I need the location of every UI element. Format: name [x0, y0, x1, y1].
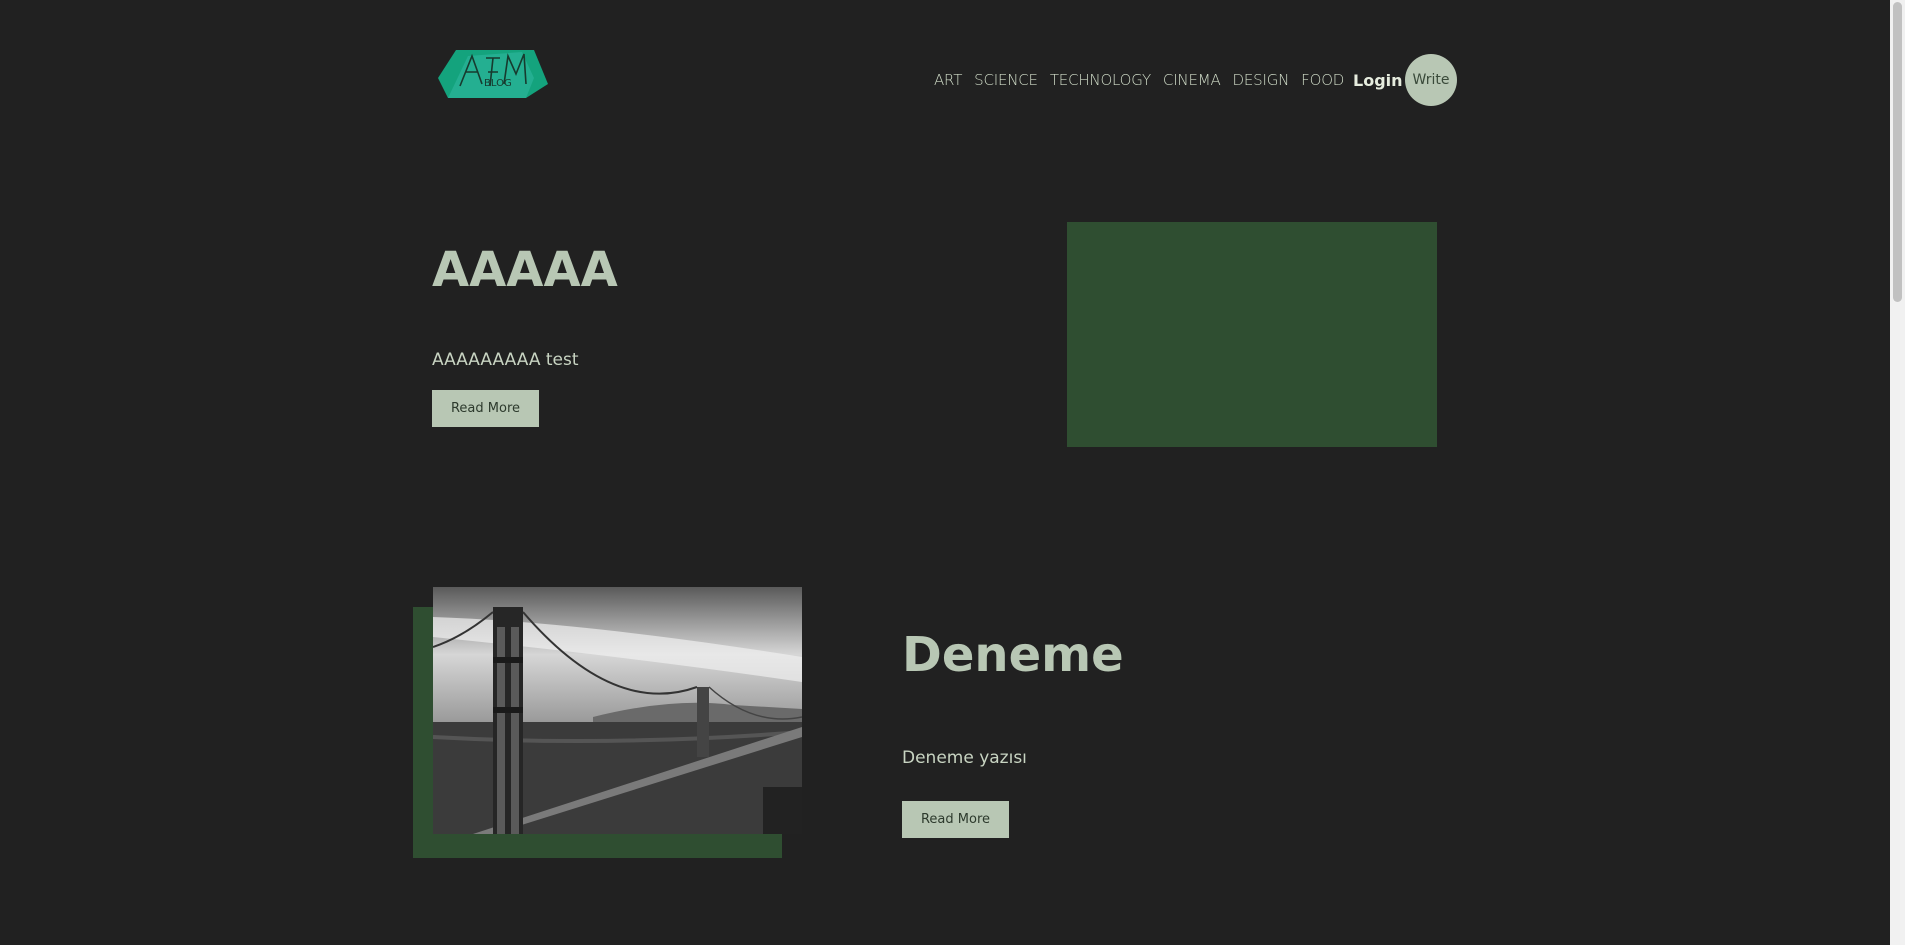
read-more-button[interactable]: Read More	[902, 801, 1009, 838]
scrollbar-thumb[interactable]	[1893, 2, 1902, 302]
post-image[interactable]	[433, 587, 802, 834]
post-card: Deneme Deneme yazısı Read More	[0, 0, 1890, 945]
post-title[interactable]: Deneme	[902, 627, 1124, 683]
page-scrollbar[interactable]	[1890, 0, 1905, 945]
post-description: Deneme yazısı	[902, 748, 1027, 768]
